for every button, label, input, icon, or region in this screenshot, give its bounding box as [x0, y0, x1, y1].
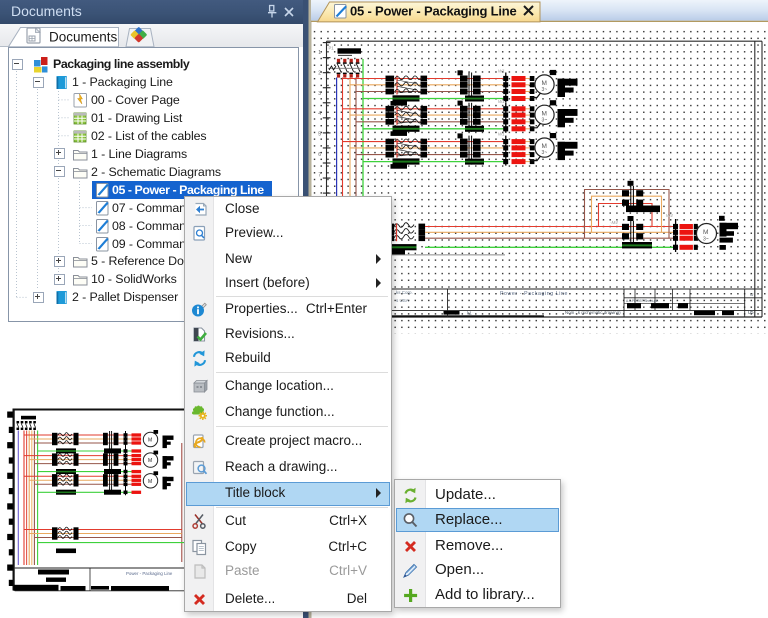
svg-text:5: 5 — [318, 132, 321, 138]
svg-text:Power - Packaging Line: Power - Packaging Line — [126, 571, 173, 576]
svg-text:W1: W1 — [498, 99, 505, 104]
svg-text:M: M — [542, 80, 547, 87]
svg-text:W4: W4 — [666, 213, 673, 218]
svg-text:ks Corp.: ks Corp. — [396, 290, 413, 295]
svg-text:W1: W1 — [498, 69, 505, 74]
svg-text:Nom : k (schematic drawing): Nom : k (schematic drawing) — [565, 310, 621, 315]
svg-text:Power - Packaging Line: Power - Packaging Line — [500, 291, 568, 297]
svg-text:3~: 3~ — [542, 87, 548, 93]
svg-text:3~: 3~ — [542, 117, 548, 123]
svg-text:3: 3 — [318, 91, 321, 97]
svg-text:4: 4 — [318, 111, 321, 117]
svg-text:M: M — [148, 458, 152, 464]
svg-text:6: 6 — [318, 152, 321, 158]
svg-text:1: 1 — [318, 50, 321, 56]
svg-text:3~: 3~ — [542, 150, 548, 156]
svg-text:W1: W1 — [498, 132, 505, 137]
svg-text:M: M — [148, 438, 152, 444]
svg-text:05: 05 — [748, 310, 754, 316]
svg-text:2: 2 — [318, 71, 321, 77]
svg-text:s USA: s USA — [396, 298, 409, 303]
svg-text:U: U — [750, 292, 754, 298]
svg-text:M: M — [542, 143, 547, 150]
svg-text:A A-PE-REF Sheet-pth: A A-PE-REF Sheet-pth — [626, 299, 658, 303]
svg-text:05 - Power - Packaging Line: 05 - Power - Packaging Line — [350, 4, 517, 19]
svg-text:-M4: -M4 — [610, 220, 618, 225]
svg-text:3~: 3~ — [703, 237, 709, 243]
svg-text:k1: k1 — [467, 311, 472, 316]
svg-text:7: 7 — [318, 172, 321, 178]
svg-text:P1: P1 — [329, 46, 335, 51]
svg-text:M: M — [542, 110, 547, 117]
svg-text:M: M — [148, 479, 152, 485]
svg-text:M: M — [703, 229, 708, 236]
